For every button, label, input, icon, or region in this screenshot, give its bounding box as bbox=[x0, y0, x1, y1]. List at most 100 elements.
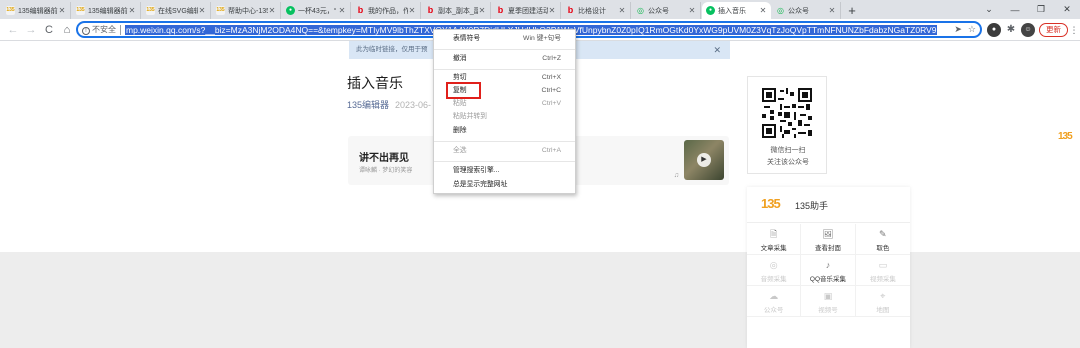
135-icon: 135 bbox=[76, 6, 85, 15]
browser-tab[interactable]: b 我的作品，作 ✕ bbox=[352, 2, 421, 19]
135-icon: 135 bbox=[146, 6, 155, 15]
close-icon[interactable]: ✕ bbox=[618, 6, 626, 15]
browser-tab[interactable]: ◎ 公众号 ✕ bbox=[632, 2, 701, 19]
copy-highlight-box bbox=[446, 82, 481, 99]
baidu-b-icon: b bbox=[357, 5, 364, 15]
browser-tab[interactable]: 135 135编辑器前 ✕ bbox=[72, 2, 141, 19]
minimize-button[interactable]: — bbox=[1002, 5, 1028, 15]
restore-button[interactable]: ❐ bbox=[1028, 4, 1054, 15]
puzzle-icon[interactable]: ✱ bbox=[1004, 23, 1018, 37]
menu-divider bbox=[434, 161, 575, 162]
close-icon[interactable]: ✕ bbox=[759, 6, 767, 15]
baidu-b-icon: b bbox=[567, 5, 574, 15]
close-icon[interactable]: ✕ bbox=[408, 6, 416, 15]
menu-divider bbox=[434, 141, 575, 142]
menu-item-select-all[interactable]: 全选 Ctrl+A bbox=[434, 145, 575, 157]
tab-title: 插入音乐 bbox=[718, 7, 746, 15]
qr-caption-line1: 微信扫一扫 bbox=[770, 147, 806, 154]
publish-date: 2023-06- bbox=[395, 100, 432, 110]
browser-tab[interactable]: 135 在线SVG编辑 ✕ bbox=[142, 2, 211, 19]
menu-divider bbox=[434, 69, 575, 70]
close-icon[interactable]: ✕ bbox=[198, 6, 206, 15]
menu-item-paste[interactable]: 粘贴 Ctrl+V bbox=[434, 98, 575, 110]
audio-collect-button[interactable]: ◎ 音频采集 bbox=[747, 255, 802, 286]
135-icon: 135 bbox=[216, 6, 225, 15]
close-icon[interactable]: ✕ bbox=[58, 6, 66, 15]
135-icon: 135 bbox=[6, 6, 15, 15]
qq-music-collect-button[interactable]: ♪ QQ音乐采集 bbox=[801, 255, 856, 286]
video-collect-button[interactable]: ▭ 视频采集 bbox=[855, 255, 910, 286]
close-icon[interactable]: ✕ bbox=[548, 6, 556, 15]
article-collect-button[interactable]: 🗎 文章采集 bbox=[747, 224, 802, 255]
helper-title: 135助手 bbox=[795, 201, 829, 211]
close-icon[interactable]: ✕ bbox=[828, 6, 836, 15]
color-picker-button[interactable]: ✎ 取色 bbox=[855, 224, 910, 255]
browser-tab-active[interactable]: ● 插入音乐 ✕ bbox=[702, 2, 771, 19]
wechat-icon: ● bbox=[706, 6, 715, 15]
close-icon[interactable]: ✕ bbox=[478, 6, 486, 15]
close-icon[interactable]: ✕ bbox=[268, 6, 276, 15]
close-icon[interactable]: ✕ bbox=[713, 41, 721, 59]
image-icon: 🖼 bbox=[822, 229, 834, 239]
baidu-b-icon: b bbox=[427, 5, 434, 15]
back-button[interactable]: ← bbox=[4, 24, 22, 36]
chat-bubble-icon: ☁ bbox=[769, 291, 779, 301]
bookmark-star-icon[interactable]: ☆ bbox=[968, 24, 976, 35]
tab-title: 副本_副本_副 bbox=[438, 7, 478, 15]
view-cover-button[interactable]: 🖼 查看封面 bbox=[801, 224, 856, 255]
context-menu: 表情符号 Win 键+句号 撤消 Ctrl+Z 剪切 Ctrl+X 复制 Ctrl+C … bbox=[433, 29, 576, 194]
more-menu-icon[interactable]: ⋮ bbox=[1068, 25, 1080, 36]
eyedropper-icon: ✎ bbox=[879, 229, 887, 239]
avatar[interactable]: ☺ bbox=[1021, 23, 1035, 37]
tab-strip: 135 135编辑器前 ✕ 135 135编辑器前 ✕ 135 在线SVG编辑 ✕ 135 帮… bbox=[0, 0, 1080, 19]
video-channel-button[interactable]: ▣ 视频号 bbox=[801, 286, 856, 317]
extension-icon[interactable]: ● bbox=[987, 23, 1001, 37]
browser-tab[interactable]: b 夏季团建活动 ✕ bbox=[492, 2, 561, 19]
play-icon[interactable]: ▶ bbox=[697, 153, 711, 167]
qr-code bbox=[762, 88, 812, 138]
divider bbox=[120, 24, 121, 35]
site-security-indicator[interactable]: ! 不安全 bbox=[82, 24, 116, 35]
browser-tab[interactable]: b 比格设计 ✕ bbox=[562, 2, 631, 19]
close-icon[interactable]: ✕ bbox=[128, 6, 136, 15]
close-window-button[interactable]: ✕ bbox=[1054, 4, 1080, 15]
home-icon[interactable]: ⌂ bbox=[58, 24, 76, 36]
author-link[interactable]: 135编辑器 bbox=[347, 100, 389, 110]
browser-tab[interactable]: 135 帮助中心-135 ✕ bbox=[212, 2, 281, 19]
audio-icon: ◎ bbox=[769, 260, 778, 270]
window-controls: ⌄ — ❐ ✕ bbox=[976, 0, 1080, 19]
document-icon: 🗎 bbox=[770, 229, 778, 239]
browser-tab[interactable]: ● 一杯43元，“ ✕ bbox=[282, 2, 351, 19]
tab-search-icon[interactable]: ⌄ bbox=[976, 4, 1002, 15]
browser-tab[interactable]: 135 135编辑器前 ✕ bbox=[2, 2, 71, 19]
map-button[interactable]: ⌖ 地图 bbox=[855, 286, 910, 317]
official-account-button[interactable]: ☁ 公众号 bbox=[747, 286, 802, 317]
new-tab-button[interactable]: + bbox=[844, 3, 860, 19]
menu-divider bbox=[434, 49, 575, 50]
close-icon[interactable]: ✕ bbox=[688, 6, 696, 15]
page-footer-area bbox=[0, 252, 1080, 348]
album-cover[interactable]: ▶ bbox=[684, 140, 724, 180]
menu-item-delete[interactable]: 删除 bbox=[434, 125, 575, 137]
135-side-logo[interactable]: 135 bbox=[1058, 131, 1073, 142]
menu-item-undo[interactable]: 撤消 Ctrl+Z bbox=[434, 53, 575, 65]
qr-code-panel: 微信扫一扫 关注该公众号 bbox=[747, 76, 827, 174]
menu-item-manage-search-engines[interactable]: 管理搜索引擎... bbox=[434, 165, 575, 177]
tab-title: 一杯43元，“ bbox=[298, 7, 337, 15]
tab-title: 公众号 bbox=[788, 7, 809, 15]
browser-tab[interactable]: ◎ 公众号 ✕ bbox=[772, 2, 841, 19]
close-icon[interactable]: ✕ bbox=[338, 6, 346, 15]
browser-tab[interactable]: b 副本_副本_副 ✕ bbox=[422, 2, 491, 19]
tab-title: 公众号 bbox=[648, 7, 669, 15]
song-artist: 谭咏麟 · 梦幻的笑容 bbox=[359, 168, 413, 174]
update-button[interactable]: 更新 bbox=[1039, 23, 1068, 37]
tab-title: 135编辑器前 bbox=[18, 7, 58, 15]
forward-button[interactable]: → bbox=[22, 24, 40, 36]
helper-tool-grid: 🗎 文章采集 🖼 查看封面 ✎ 取色 ◎ 音频采集 ♪ QQ音乐采集 ▭ 视频采集 ☁ 公众号… bbox=[747, 224, 910, 317]
video-channel-icon: ▣ bbox=[823, 291, 833, 301]
reload-button[interactable]: C bbox=[40, 24, 58, 36]
menu-item-paste-and-go[interactable]: 粘贴并转到 bbox=[434, 111, 575, 123]
menu-item-show-full-url[interactable]: 总是显示完整网址 bbox=[434, 179, 575, 191]
menu-item-emoji[interactable]: 表情符号 Win 键+句号 bbox=[434, 33, 575, 45]
send-icon[interactable]: ➤ bbox=[954, 24, 962, 35]
